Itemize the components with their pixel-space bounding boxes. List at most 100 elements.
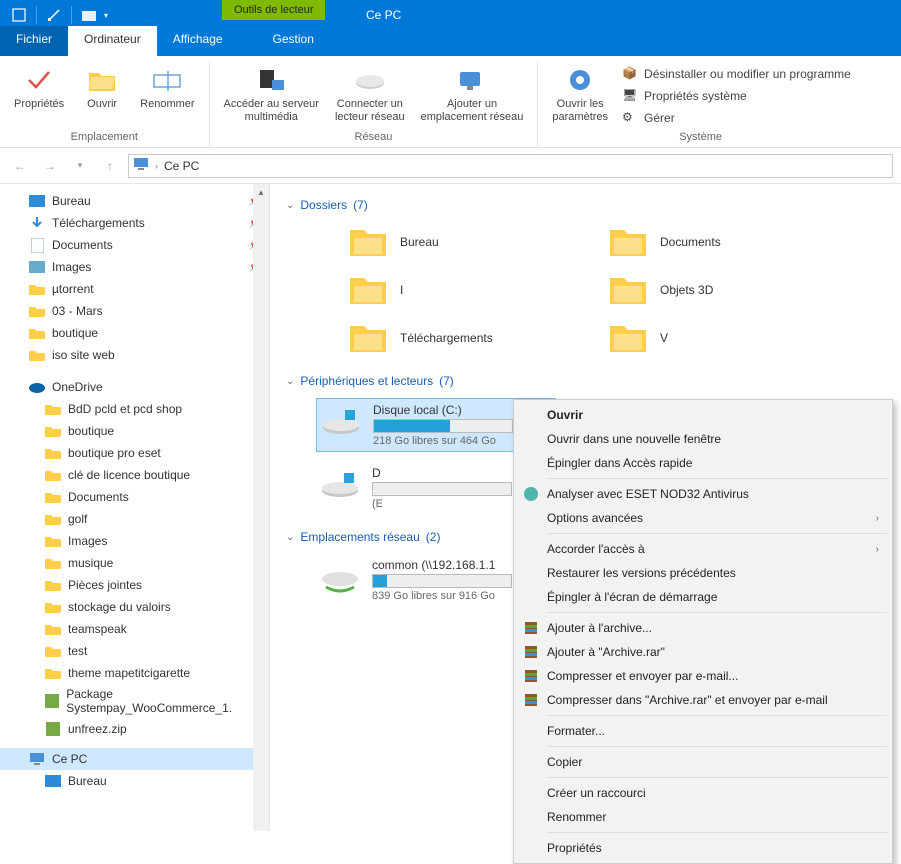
folder-item[interactable]: Bureau [346,222,566,262]
context-menu-item[interactable]: Renommer [517,805,889,829]
section-folders-header[interactable]: ⌄ Dossiers (7) [286,198,901,212]
ribbon-uninstall-button[interactable]: 📦Désinstaller ou modifier un programme [618,64,855,84]
folder-icon [608,320,648,356]
ribbon-manage-button[interactable]: ⚙Gérer [618,108,855,128]
ribbon-label: Connecter un lecteur réseau [335,98,405,124]
tree-item[interactable]: Téléchargements📌 [0,212,269,234]
tree-item[interactable]: BdD pcld et pcd shop [0,398,269,420]
nav-back-button[interactable]: ← [8,154,32,178]
tree-scrollbar[interactable]: ▴ [253,184,269,831]
qat-properties-icon[interactable] [43,4,65,26]
address-toolbar: ← → ▾ ↑ › Ce PC [0,148,901,184]
tree-item[interactable]: unfreez.zip [0,718,269,740]
ribbon-connect-drive-button[interactable]: Connecter un lecteur réseau [329,62,411,129]
context-menu-item[interactable]: Ajouter à "Archive.rar" [517,640,889,664]
folder-icon [44,693,60,709]
ribbon-open-button[interactable]: Ouvrir [74,62,130,129]
tree-item[interactable]: Images [0,530,269,552]
folder-item[interactable]: V [606,318,826,358]
context-menu-item[interactable]: Compresser et envoyer par e-mail... [517,664,889,688]
qat-dropdown-icon[interactable]: ▾ [104,11,108,20]
address-bar[interactable]: › Ce PC [128,154,893,178]
title-bar: ▾ Outils de lecteur Ce PC Fichier Ordina… [0,0,901,56]
section-title: Dossiers [300,198,347,212]
tab-manage[interactable]: Gestion [257,26,330,56]
tree-item[interactable]: golf [0,508,269,530]
context-menu-item[interactable]: Épingler à l'écran de démarrage [517,585,889,609]
context-menu-item[interactable]: Copier [517,750,889,774]
qat-newfolder-icon[interactable] [78,4,100,26]
context-menu-item[interactable]: Créer un raccourci [517,781,889,805]
ribbon-open-settings-button[interactable]: Ouvrir les paramètres [546,62,614,129]
tree-item[interactable]: Bureau [0,770,269,792]
folder-item[interactable]: I [346,270,566,310]
tree-label: Package Systempay_WooCommerce_1. [66,687,261,715]
tree-item[interactable]: 03 - Mars [0,300,269,322]
nav-forward-button[interactable]: → [38,154,62,178]
context-menu-item[interactable]: Analyser avec ESET NOD32 Antivirus [517,482,889,506]
tree-item[interactable]: Documents📌 [0,234,269,256]
context-menu-item[interactable]: Accorder l'accès à› [517,537,889,561]
context-menu-item[interactable]: Compresser dans "Archive.rar" et envoyer… [517,688,889,712]
ribbon-label: Propriétés système [644,89,747,103]
tree-item[interactable]: clé de licence boutique [0,464,269,486]
folder-item[interactable]: Documents [606,222,826,262]
qat-icon-1[interactable] [8,4,30,26]
context-menu-item[interactable]: Ouvrir dans une nouvelle fenêtre [517,427,889,451]
context-menu-separator [547,746,887,747]
navigation-tree[interactable]: Bureau📌Téléchargements📌Documents📌Images📌… [0,184,270,831]
context-menu-item[interactable]: Propriétés [517,836,889,860]
context-menu-item[interactable]: Ouvrir [517,403,889,427]
tree-item[interactable]: boutique [0,420,269,442]
tab-file[interactable]: Fichier [0,26,68,56]
checkmark-icon [23,64,55,96]
folder-icon [44,467,62,483]
tree-item[interactable]: Package Systempay_WooCommerce_1. [0,684,269,718]
context-menu-item[interactable]: Restaurer les versions précédentes [517,561,889,585]
tree-label: Pièces jointes [68,578,142,592]
tree-item[interactable]: Bureau📌 [0,190,269,212]
onedrive-icon [28,379,46,395]
tree-item[interactable]: boutique pro eset [0,442,269,464]
window-title: Ce PC [350,4,417,26]
context-menu-item[interactable]: Ajouter à l'archive... [517,616,889,640]
context-menu-item[interactable]: Options avancées› [517,506,889,530]
context-menu-label: Analyser avec ESET NOD32 Antivirus [547,487,749,501]
tree-item[interactable]: stockage du valoirs [0,596,269,618]
breadcrumb-item[interactable]: Ce PC [164,159,199,173]
tab-view[interactable]: Affichage [157,26,239,56]
ribbon-add-netloc-button[interactable]: Ajouter un emplacement réseau [415,62,530,129]
scroll-up-icon[interactable]: ▴ [253,184,269,200]
tree-item[interactable]: Images📌 [0,256,269,278]
tree-item[interactable]: iso site web [0,344,269,366]
tree-onedrive[interactable]: OneDrive [0,376,269,398]
tree-item[interactable]: theme mapetitcigarette [0,662,269,684]
ribbon-label: Ouvrir [87,98,117,111]
nav-recent-button[interactable]: ▾ [68,154,92,178]
drive-icon [320,469,360,507]
tree-item[interactable]: µtorrent [0,278,269,300]
tree-label: Ce PC [52,752,87,766]
folder-item[interactable]: Téléchargements [346,318,566,358]
ribbon-media-server-button[interactable]: Accéder au serveur multimédia [218,62,325,129]
tree-label: µtorrent [52,282,94,296]
tree-item[interactable]: Documents [0,486,269,508]
rar-icon [523,620,539,636]
tree-label: Documents [52,238,113,252]
tree-thispc[interactable]: Ce PC [0,748,269,770]
nav-up-button[interactable]: ↑ [98,154,122,178]
tree-item[interactable]: Pièces jointes [0,574,269,596]
folder-icon [28,325,46,341]
tree-item[interactable]: musique [0,552,269,574]
tree-item[interactable]: test [0,640,269,662]
context-menu-item[interactable]: Épingler dans Accès rapide [517,451,889,475]
section-drives-header[interactable]: ⌄ Périphériques et lecteurs (7) [286,374,901,388]
folder-item[interactable]: Objets 3D [606,270,826,310]
tree-item[interactable]: teamspeak [0,618,269,640]
ribbon-rename-button[interactable]: Renommer [134,62,200,129]
ribbon-properties-button[interactable]: Propriétés [8,62,70,129]
tree-item[interactable]: boutique [0,322,269,344]
ribbon-sysprops-button[interactable]: 🖥Propriétés système [618,86,855,106]
context-menu-item[interactable]: Formater... [517,719,889,743]
tab-computer[interactable]: Ordinateur [68,26,157,56]
